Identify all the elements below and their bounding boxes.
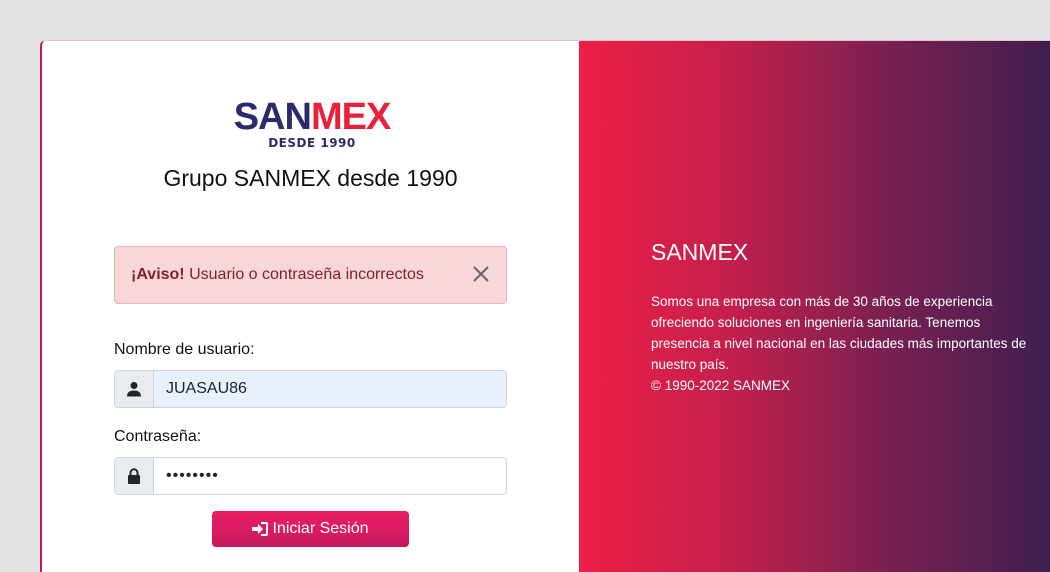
user-icon — [115, 371, 154, 407]
error-alert: ¡Aviso! Usuario o contraseña incorrectos — [114, 246, 507, 304]
company-info-panel: SANMEX Somos una empresa con más de 30 a… — [579, 41, 1050, 572]
login-button-label: Iniciar Sesión — [272, 520, 369, 537]
sanmex-logo: SANMEX DESDE 1990 — [224, 97, 400, 150]
login-card: SANMEX DESDE 1990 Grupo SANMEX desde 199… — [40, 40, 1050, 572]
info-description: Somos una empresa con más de 30 años de … — [651, 291, 1041, 396]
alert-message: Usuario o contraseña incorrectos — [189, 266, 424, 283]
logo-san: SAN — [233, 96, 312, 138]
logo-tagline: DESDE 1990 — [268, 136, 356, 150]
page-subtitle: Grupo SANMEX desde 1990 — [163, 165, 458, 191]
sign-in-icon — [252, 522, 269, 536]
close-icon[interactable] — [470, 263, 492, 285]
password-input-group — [114, 457, 507, 495]
logo-wordmark: SANMEX — [224, 97, 400, 137]
username-label: Nombre de usuario: — [114, 341, 255, 358]
username-input[interactable] — [154, 371, 506, 407]
login-panel: SANMEX DESDE 1990 Grupo SANMEX desde 199… — [42, 41, 579, 572]
info-title: SANMEX — [651, 239, 749, 265]
info-copyright: © 1990-2022 SANMEX — [651, 378, 791, 393]
password-input[interactable] — [154, 458, 506, 494]
logo-mex: MEX — [310, 96, 391, 138]
lock-icon — [115, 458, 154, 494]
info-text: Somos una empresa con más de 30 años de … — [651, 294, 1027, 372]
username-input-group — [114, 370, 507, 408]
alert-text: ¡Aviso! Usuario o contraseña incorrectos — [131, 266, 424, 284]
login-button[interactable]: Iniciar Sesión — [212, 511, 409, 547]
password-label: Contraseña: — [114, 428, 202, 445]
alert-strong: ¡Aviso! — [131, 266, 185, 283]
